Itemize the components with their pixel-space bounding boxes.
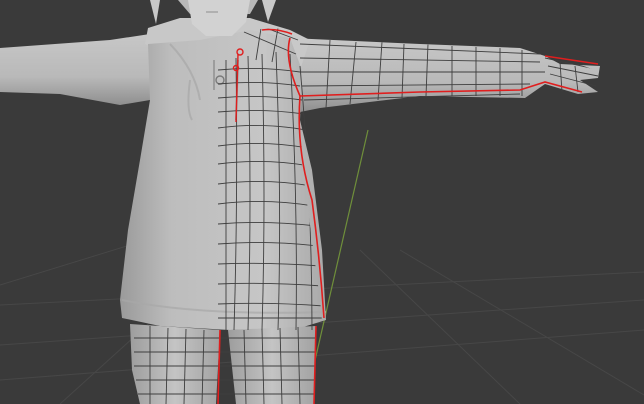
left-leg-mesh bbox=[130, 324, 220, 404]
left-arm-mesh bbox=[0, 34, 150, 105]
viewport-canvas[interactable] bbox=[0, 0, 644, 404]
3d-viewport[interactable] bbox=[0, 0, 644, 404]
